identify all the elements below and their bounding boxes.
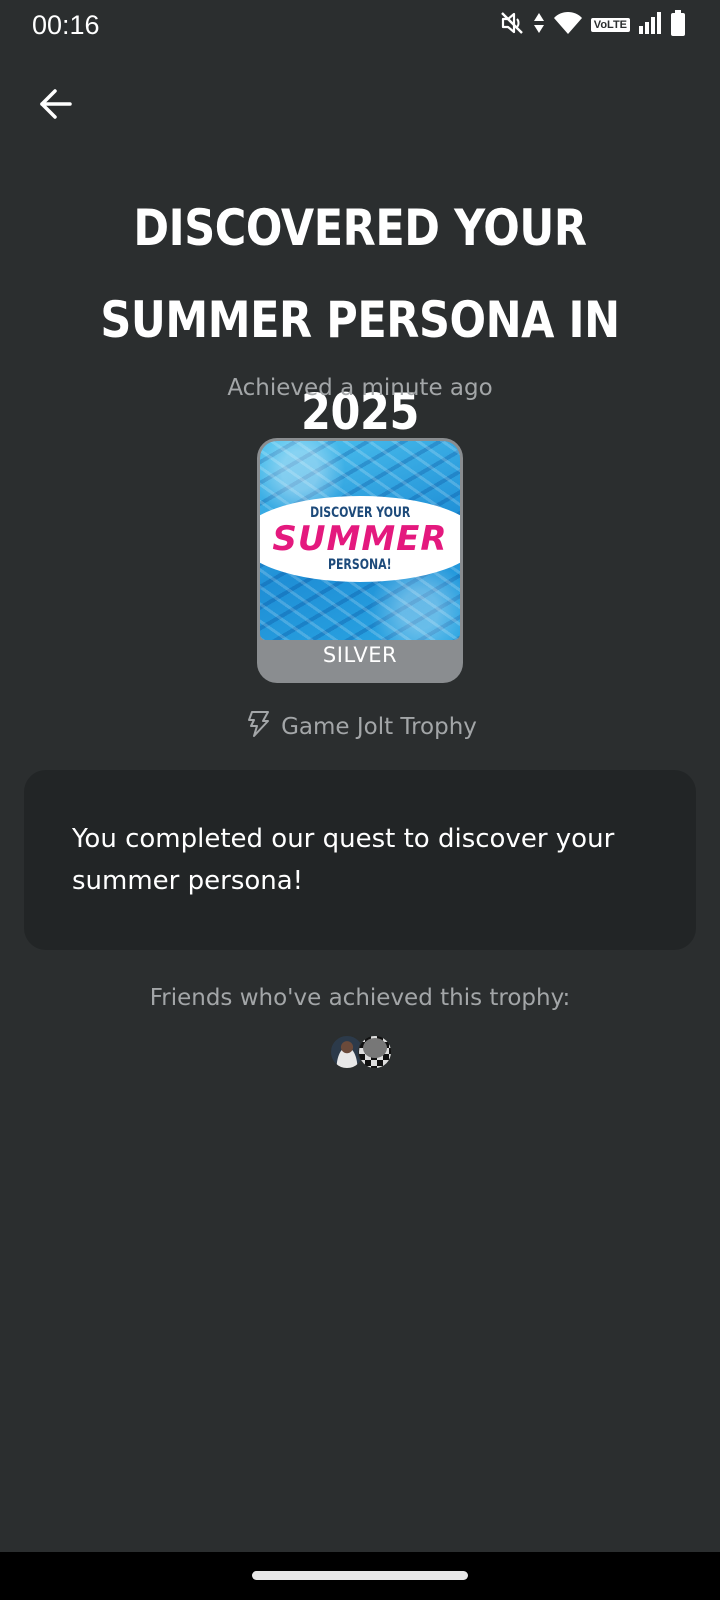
volte-badge: VoLTE xyxy=(590,18,630,32)
trophy-image-banner: DISCOVER YOUR SUMMER PERSONA! xyxy=(260,496,460,582)
description-card: You completed our quest to discover your… xyxy=(24,770,696,950)
signal-icon xyxy=(638,11,662,39)
back-button[interactable] xyxy=(30,80,82,132)
navigation-bar xyxy=(0,1552,720,1600)
trophy-description: You completed our quest to discover your… xyxy=(72,824,615,896)
friends-label: Friends who've achieved this trophy: xyxy=(149,985,571,1011)
trophy-source-label: Game Jolt Trophy xyxy=(281,714,477,740)
home-indicator[interactable] xyxy=(252,1571,468,1580)
achieved-time: Achieved a minute ago xyxy=(227,375,493,401)
trophy-title: DISCOVERED YOUR SUMMER PERSONA IN 2025 xyxy=(100,199,620,441)
status-time: 00:16 xyxy=(32,10,100,40)
trophy-card: DISCOVER YOUR SUMMER PERSONA! SILVER xyxy=(257,438,463,683)
trophy-image: DISCOVER YOUR SUMMER PERSONA! xyxy=(260,441,460,640)
trophy-image-text-main: SUMMER xyxy=(272,519,448,559)
status-bar: 00:16 VoLTE xyxy=(0,0,720,50)
trophy-image-text-top: DISCOVER YOUR xyxy=(309,505,411,521)
battery-icon xyxy=(670,10,686,40)
trophy-tier: SILVER xyxy=(322,643,398,667)
wifi-icon xyxy=(553,11,583,39)
game-jolt-bolt-icon xyxy=(243,710,271,744)
trophy-image-text-bottom: PERSONA! xyxy=(328,557,392,573)
friend-avatar-2[interactable] xyxy=(358,1035,392,1069)
arrow-left-icon xyxy=(38,86,74,126)
trophy-source: Game Jolt Trophy xyxy=(0,710,720,744)
mute-icon xyxy=(499,10,525,40)
friends-avatars[interactable] xyxy=(330,1035,392,1069)
status-icons: VoLTE xyxy=(499,10,686,40)
data-arrows-icon xyxy=(533,11,545,39)
